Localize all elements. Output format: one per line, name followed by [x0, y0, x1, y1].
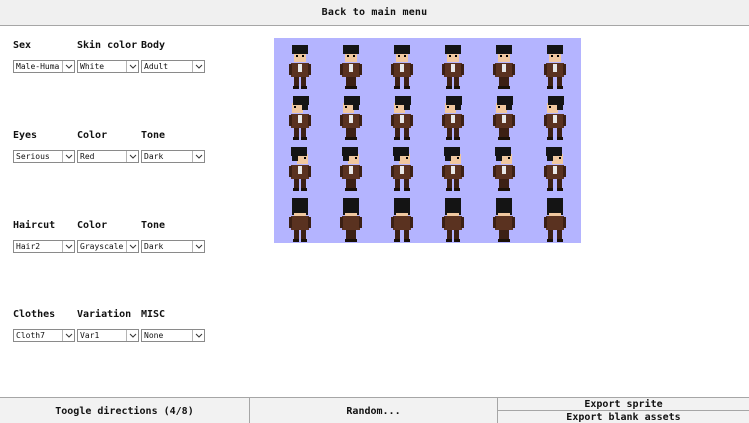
misc-select[interactable]: None: [141, 329, 205, 342]
sprite-frame: [387, 144, 417, 192]
sex-label: Sex: [13, 40, 32, 51]
clothes-group: Clothes Variation MISC Cloth7 Var1 None: [13, 309, 205, 342]
misc-label: MISC: [141, 309, 166, 320]
sprite-frame: [489, 42, 519, 90]
sprite-frame: [336, 144, 366, 192]
sprite-preview: [274, 38, 581, 243]
haircut-select[interactable]: Hair2: [13, 240, 75, 253]
hair-tone-label: Tone: [141, 220, 166, 231]
hair-tone-select[interactable]: Dark: [141, 240, 205, 253]
chevron-down-icon: [62, 151, 74, 162]
haircut-group: Haircut Color Tone Hair2 Grayscale Dark: [13, 220, 205, 253]
export-blank-assets-button[interactable]: Export blank assets: [498, 410, 749, 423]
export-buttons: Export sprite Export blank assets: [498, 398, 749, 423]
chevron-down-icon: [62, 330, 74, 341]
sprite-frame: [540, 93, 570, 141]
body-label: Body: [141, 40, 166, 51]
eyes-select[interactable]: Serious: [13, 150, 75, 163]
variation-select[interactable]: Var1: [77, 329, 139, 342]
toggle-directions-button[interactable]: Toogle directions (4/8): [0, 398, 250, 423]
body-select[interactable]: Adult: [141, 60, 205, 73]
clothes-label: Clothes: [13, 309, 56, 320]
chevron-down-icon: [62, 241, 74, 252]
sprite-frame: [489, 195, 519, 243]
eye-tone-select[interactable]: Dark: [141, 150, 205, 163]
chevron-down-icon: [126, 241, 138, 252]
chevron-down-icon: [192, 330, 204, 341]
sprite-frame: [336, 93, 366, 141]
sprite-frame: [489, 144, 519, 192]
skin-color-label: Skin color: [77, 40, 138, 51]
hair-color-label: Color: [77, 220, 108, 231]
export-sprite-button[interactable]: Export sprite: [498, 398, 749, 410]
bottom-toolbar: Toogle directions (4/8) Random... Export…: [0, 397, 749, 423]
sprite-frame: [489, 93, 519, 141]
sprite-frame: [387, 93, 417, 141]
sprite-frame: [336, 195, 366, 243]
eye-color-label: Color: [77, 130, 108, 141]
chevron-down-icon: [192, 241, 204, 252]
chevron-down-icon: [126, 151, 138, 162]
chevron-down-icon: [126, 330, 138, 341]
skin-color-select[interactable]: White: [77, 60, 139, 73]
sprite-frame: [438, 42, 468, 90]
chevron-down-icon: [126, 61, 138, 72]
sprite-frame: [336, 42, 366, 90]
sprite-frame: [540, 195, 570, 243]
sprite-frame: [285, 144, 315, 192]
sprite-frame: [387, 42, 417, 90]
eye-tone-label: Tone: [141, 130, 166, 141]
sprite-frame: [387, 195, 417, 243]
chevron-down-icon: [192, 61, 204, 72]
sprite-frame: [438, 144, 468, 192]
chevron-down-icon: [62, 61, 74, 72]
sprite-frame: [438, 195, 468, 243]
sprite-frame: [540, 42, 570, 90]
eyes-label: Eyes: [13, 130, 38, 141]
sex-select[interactable]: Male-Human: [13, 60, 75, 73]
variation-label: Variation: [77, 309, 132, 320]
random-button[interactable]: Random...: [250, 398, 498, 423]
haircut-label: Haircut: [13, 220, 56, 231]
sprite-frame: [285, 42, 315, 90]
eyes-group: Eyes Color Tone Serious Red Dark: [13, 130, 205, 163]
sprite-frame: [540, 144, 570, 192]
hair-color-select[interactable]: Grayscale: [77, 240, 139, 253]
sprite-frame: [285, 93, 315, 141]
back-to-main-menu-button[interactable]: Back to main menu: [0, 0, 749, 26]
sprite-frame: [285, 195, 315, 243]
chevron-down-icon: [192, 151, 204, 162]
eye-color-select[interactable]: Red: [77, 150, 139, 163]
sex-skin-body-group: Sex Skin color Body Male-Human White Adu…: [13, 40, 205, 73]
sprite-frame: [438, 93, 468, 141]
clothes-select[interactable]: Cloth7: [13, 329, 75, 342]
